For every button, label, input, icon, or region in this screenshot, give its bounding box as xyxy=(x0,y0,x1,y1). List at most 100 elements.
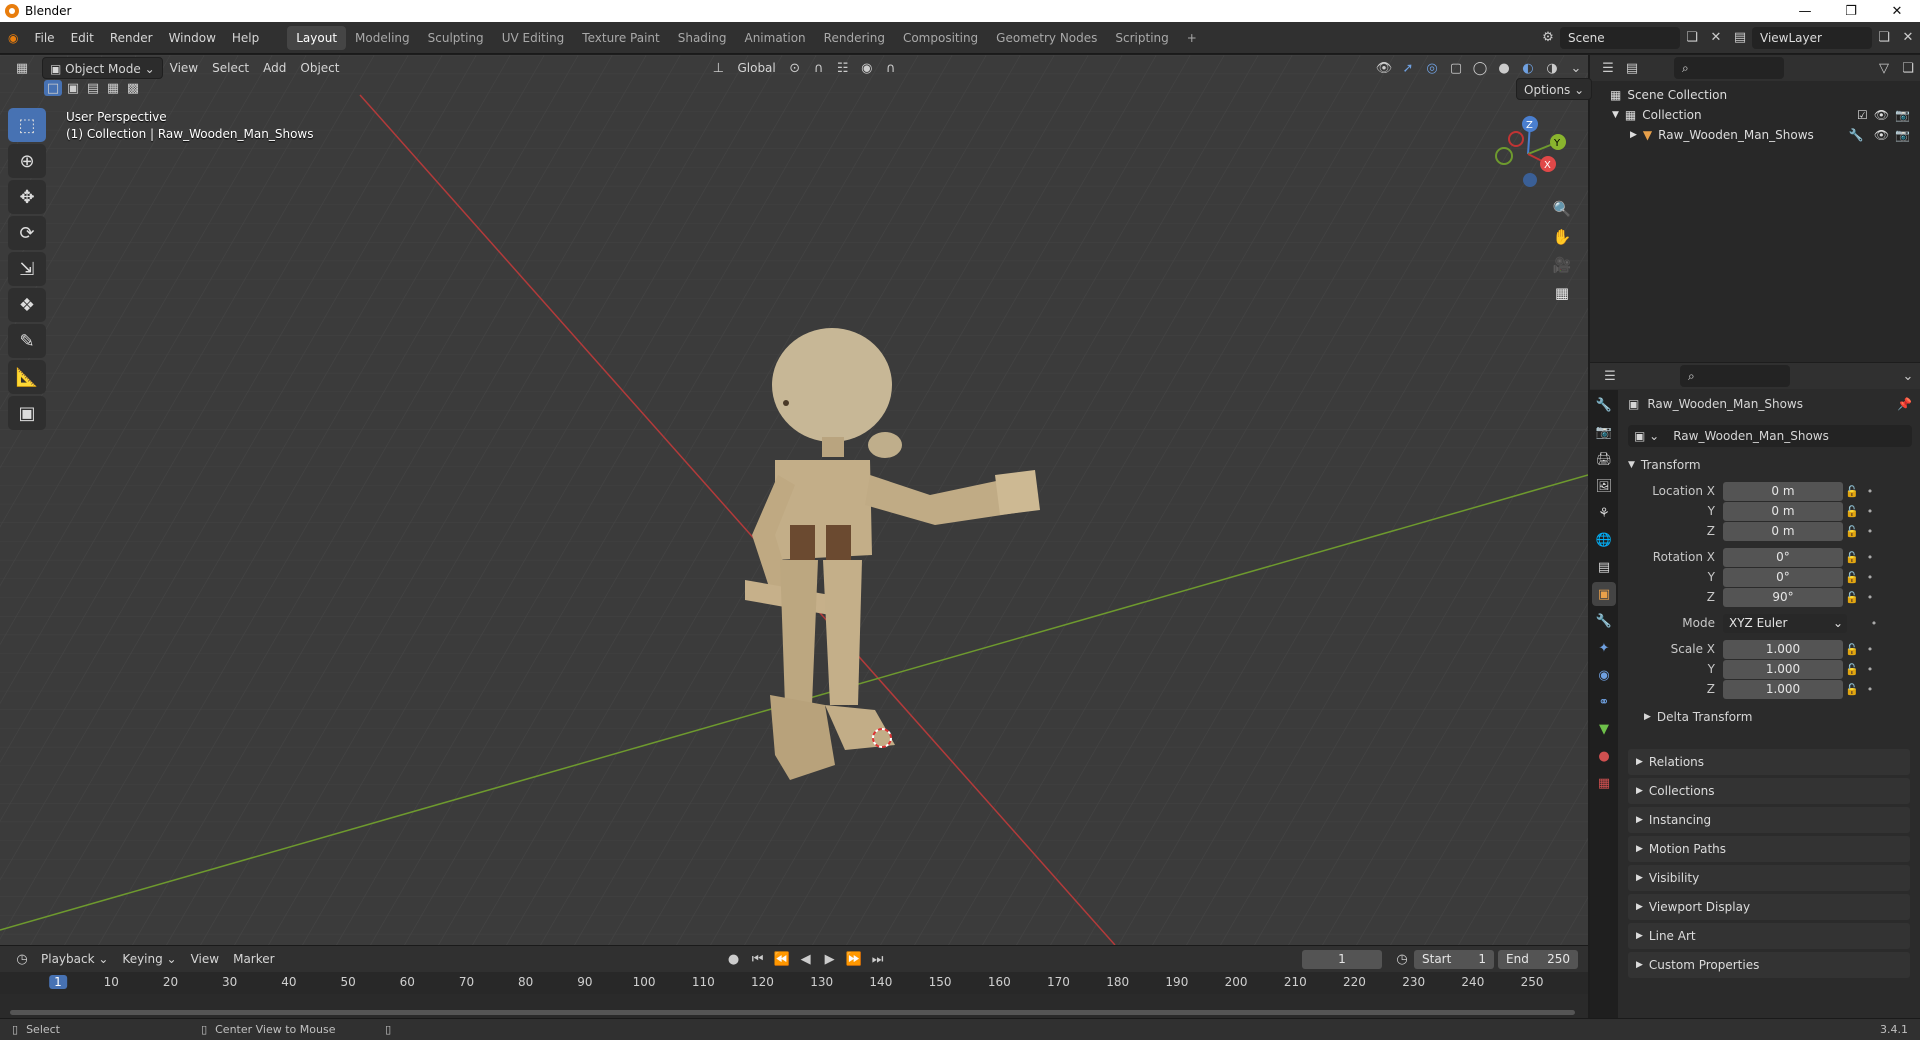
lock-icon[interactable]: 🔓 xyxy=(1843,663,1861,676)
properties-editor-icon[interactable]: ☰ xyxy=(1598,365,1622,387)
annotate-tool[interactable]: ✎ xyxy=(8,324,46,358)
current-frame-marker[interactable]: 1 xyxy=(49,975,67,989)
mode-dropdown[interactable]: ▣ Object Mode ⌄ xyxy=(42,57,163,79)
select-invert-icon[interactable]: ▦ xyxy=(104,80,122,96)
menu-file[interactable]: File xyxy=(26,22,62,54)
view-layer-field[interactable]: ViewLayer xyxy=(1752,26,1872,49)
panel-collections[interactable]: ▶ Collections xyxy=(1628,778,1910,804)
timeline-scrollbar[interactable] xyxy=(10,1010,1575,1015)
keyframe-dot-icon[interactable]: • xyxy=(1861,485,1879,498)
keyframe-dot-icon[interactable]: • xyxy=(1861,663,1879,676)
record-icon[interactable]: ● xyxy=(722,948,746,970)
3d-viewport[interactable] xyxy=(0,55,1588,945)
rendered-shading-icon[interactable]: ◑ xyxy=(1540,57,1564,79)
snap-target-icon[interactable]: ☷ xyxy=(831,57,855,79)
select-intersect-icon[interactable]: ▩ xyxy=(124,80,142,96)
lock-icon[interactable]: 🔓 xyxy=(1843,591,1861,604)
workspace-tab-uv-editing[interactable]: UV Editing xyxy=(493,26,574,50)
outliner-row-collection[interactable]: ▼ ▦ Collection ☑ 👁 📷 xyxy=(1590,105,1920,125)
zoom-icon[interactable]: 🔍 xyxy=(1548,195,1576,223)
menu-view[interactable]: View xyxy=(163,57,205,79)
current-frame-field[interactable]: 1 xyxy=(1302,949,1382,969)
panel-custom-properties[interactable]: ▶ Custom Properties xyxy=(1628,952,1910,978)
menu-window[interactable]: Window xyxy=(161,22,224,54)
pin-icon[interactable]: 📌 xyxy=(1897,397,1912,411)
blender-menu-icon[interactable]: ◉ xyxy=(0,22,26,54)
outliner-search-input[interactable]: ⌕ xyxy=(1674,57,1784,79)
lock-icon[interactable]: 🔓 xyxy=(1843,485,1861,498)
workspace-tab-layout[interactable]: Layout xyxy=(287,25,347,50)
menu-object[interactable]: Object xyxy=(293,57,346,79)
minimize-icon[interactable]: — xyxy=(1782,0,1828,22)
properties-search-input[interactable]: ⌕ xyxy=(1680,365,1790,387)
location-x-field[interactable]: 0 m xyxy=(1723,481,1843,501)
keyframe-dot-icon[interactable]: • xyxy=(1861,551,1879,564)
solid-shading-icon[interactable]: ● xyxy=(1492,57,1516,79)
transform-tool[interactable]: ❖ xyxy=(8,288,46,322)
new-view-layer-icon[interactable]: ❏ xyxy=(1872,27,1896,49)
panel-relations[interactable]: ▶ Relations xyxy=(1628,749,1910,775)
display-mode-icon[interactable]: ▤ xyxy=(1620,57,1644,79)
new-scene-icon[interactable]: ❏ xyxy=(1680,27,1704,49)
rotation-mode-dropdown[interactable]: XYZ Euler ⌄ xyxy=(1723,613,1847,633)
clock-icon[interactable]: ◷ xyxy=(1390,948,1414,970)
next-keyframe-icon[interactable]: ⏩ xyxy=(842,948,866,970)
location-z-field[interactable]: 0 m xyxy=(1723,521,1843,541)
pan-hand-icon[interactable]: ✋ xyxy=(1548,223,1576,251)
workspace-tab-modeling[interactable]: Modeling xyxy=(346,26,419,50)
outliner-row-scene-collection[interactable]: ▦ Scene Collection xyxy=(1590,85,1920,105)
keyframe-dot-icon[interactable]: • xyxy=(1861,683,1879,696)
workspace-tab-texture-paint[interactable]: Texture Paint xyxy=(573,26,668,50)
end-frame-field[interactable]: End 250 xyxy=(1498,949,1578,969)
timeline-editor-icon[interactable]: ◷ xyxy=(10,948,34,970)
outliner-editor-icon[interactable]: ☰ xyxy=(1596,57,1620,79)
menu-help[interactable]: Help xyxy=(224,22,267,54)
tool-tab-icon[interactable]: 🔧 xyxy=(1592,393,1616,417)
scale-tool[interactable]: ⇲ xyxy=(8,252,46,286)
panel-visibility[interactable]: ▶ Visibility xyxy=(1628,865,1910,891)
cursor-tool[interactable]: ⊕ xyxy=(8,144,46,178)
add-workspace-icon[interactable]: + xyxy=(1178,26,1206,50)
editor-type-icon[interactable]: ▦ xyxy=(10,57,34,79)
panel-viewport-display[interactable]: ▶ Viewport Display xyxy=(1628,894,1910,920)
play-icon[interactable]: ▶ xyxy=(818,948,842,970)
location-y-field[interactable]: 0 m xyxy=(1723,501,1843,521)
jump-start-icon[interactable]: ⏮ xyxy=(746,948,770,970)
select-new-icon[interactable]: □ xyxy=(44,80,62,96)
scene-name-field[interactable]: Scene xyxy=(1560,26,1680,49)
navigation-gizmo[interactable]: Z Y X xyxy=(1488,112,1568,192)
object-tab-icon[interactable]: ▣ xyxy=(1592,582,1616,606)
object-datablock-field[interactable]: ▣ ⌄ Raw_Wooden_Man_Shows xyxy=(1628,425,1912,447)
falloff-icon[interactable]: ∩ xyxy=(879,57,903,79)
transform-panel-header[interactable]: ▼ Transform xyxy=(1628,455,1912,475)
delta-transform-subpanel[interactable]: ▶ Delta Transform xyxy=(1628,707,1912,727)
wireframe-shading-icon[interactable]: ◯ xyxy=(1468,57,1492,79)
keyframe-dot-icon[interactable]: • xyxy=(1861,643,1879,656)
scale-x-field[interactable]: 1.000 xyxy=(1723,639,1843,659)
workspace-tab-geometry-nodes[interactable]: Geometry Nodes xyxy=(987,26,1106,50)
lock-icon[interactable]: 🔓 xyxy=(1843,683,1861,696)
keyframe-dot-icon[interactable]: • xyxy=(1861,591,1879,604)
select-extend-icon[interactable]: ▣ xyxy=(64,80,82,96)
workspace-tab-compositing[interactable]: Compositing xyxy=(894,26,987,50)
rotate-tool[interactable]: ⟳ xyxy=(8,216,46,250)
keyframe-dot-icon[interactable]: • xyxy=(1861,571,1879,584)
exclude-checkbox[interactable]: ☑ xyxy=(1857,108,1868,122)
hide-eye-icon[interactable]: 👁 xyxy=(1874,128,1889,142)
panel-motion-paths[interactable]: ▶ Motion Paths xyxy=(1628,836,1910,862)
render-tab-icon[interactable]: 📷 xyxy=(1592,420,1616,444)
overlay-toggle-icon[interactable]: ◎ xyxy=(1420,57,1444,79)
constraints-tab-icon[interactable]: ⚭ xyxy=(1592,690,1616,714)
modifier-wrench-icon[interactable]: 🔧 xyxy=(1849,128,1864,142)
keyframe-dot-icon[interactable]: • xyxy=(1861,505,1879,518)
panel-instancing[interactable]: ▶ Instancing xyxy=(1628,807,1910,833)
gizmo-toggle-icon[interactable]: ➚ xyxy=(1396,57,1420,79)
output-tab-icon[interactable]: 🖨 xyxy=(1592,447,1616,471)
menu-keying[interactable]: Keying ⌄ xyxy=(115,948,183,970)
outliner-row-object[interactable]: ▶ ▼ Raw_Wooden_Man_Shows 🔧 👁 📷 xyxy=(1590,125,1920,145)
rotation-x-field[interactable]: 0° xyxy=(1723,547,1843,567)
rotation-y-field[interactable]: 0° xyxy=(1723,567,1843,587)
properties-options-icon[interactable]: ⌄ xyxy=(1896,365,1920,387)
menu-timeline-view[interactable]: View xyxy=(184,948,226,970)
timeline-ruler[interactable]: 1 10 20 30 40 50 60 70 80 90 100 110 120 130 140 150 160… xyxy=(0,972,1588,994)
